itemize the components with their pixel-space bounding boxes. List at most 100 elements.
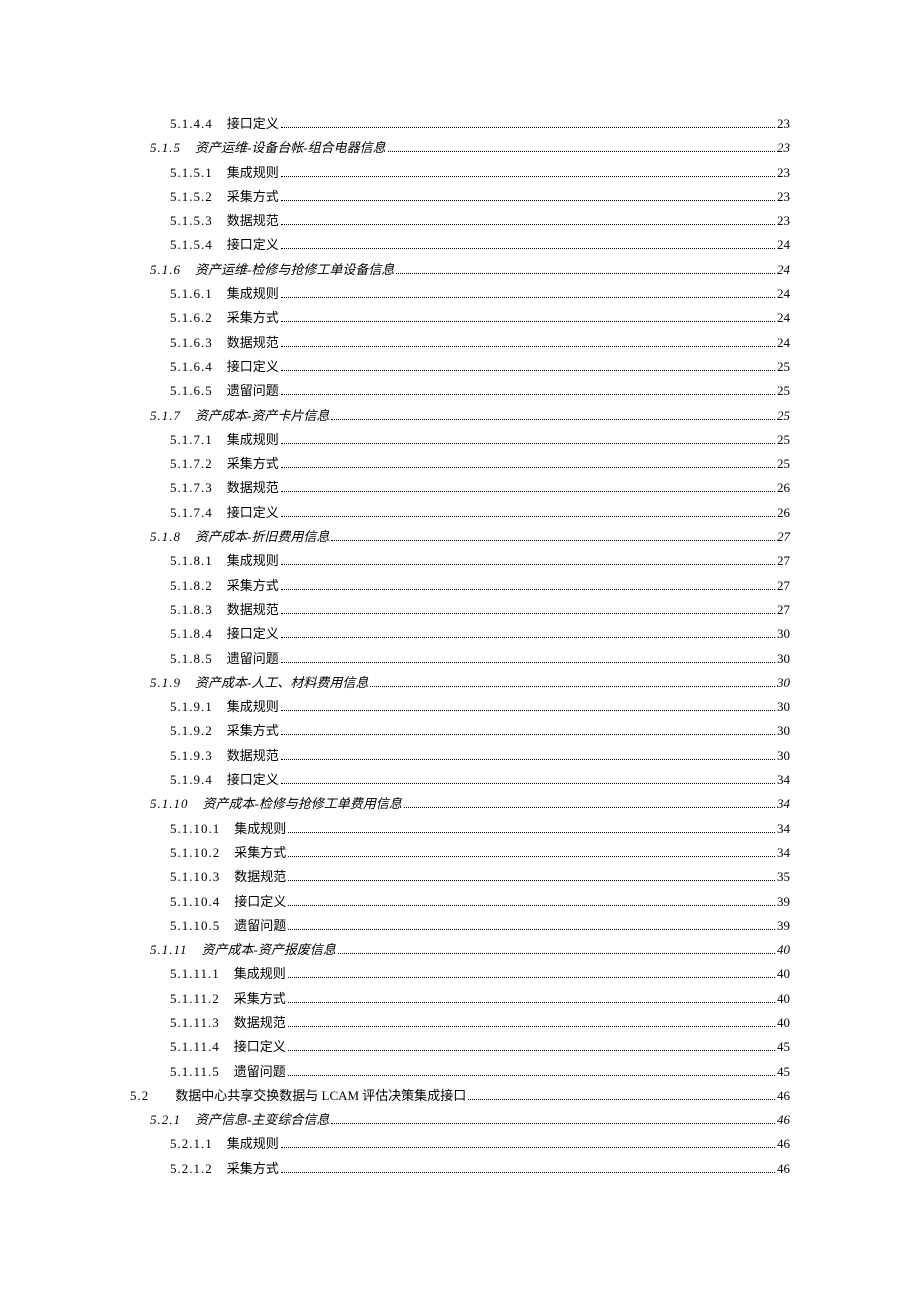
- toc-entry-number: 5.1.5.1: [170, 161, 213, 185]
- toc-leader-dots: [281, 589, 775, 590]
- toc-entry-number: 5.2: [130, 1084, 149, 1108]
- toc-entry[interactable]: 5.1.10.1集成规则 34: [130, 817, 790, 841]
- toc-entry-title: 集成规则: [227, 695, 279, 719]
- toc-entry[interactable]: 5.1.6.2采集方式 24: [130, 306, 790, 330]
- toc-entry[interactable]: 5.2.1.2采集方式 46: [130, 1157, 790, 1181]
- toc-entry-title: 资产成本-折旧费用信息: [195, 525, 329, 549]
- toc-entry[interactable]: 5.1.7.2采集方式 25: [130, 452, 790, 476]
- toc-entry-page: 46: [777, 1084, 790, 1108]
- toc-entry-number: 5.1.6: [150, 258, 181, 282]
- toc-entry[interactable]: 5.1.6资产运维-检修与抢修工单设备信息 24: [130, 258, 790, 282]
- toc-entry[interactable]: 5.1.5.4接口定义 24: [130, 233, 790, 257]
- toc-leader-dots: [281, 1147, 775, 1148]
- toc-entry[interactable]: 5.1.11.3数据规范 40: [130, 1011, 790, 1035]
- toc-entry[interactable]: 5.1.8资产成本-折旧费用信息 27: [130, 525, 790, 549]
- toc-entry-number: 5.1.5: [150, 136, 181, 160]
- toc-entry[interactable]: 5.1.9.2采集方式 30: [130, 719, 790, 743]
- toc-entry-page: 46: [777, 1132, 790, 1156]
- toc-entry[interactable]: 5.1.6.3数据规范 24: [130, 331, 790, 355]
- toc-entry-title: 采集方式: [234, 987, 286, 1011]
- toc-list: 5.1.4.4接口定义 235.1.5资产运维-设备台帐-组合电器信息 235.…: [130, 112, 790, 1181]
- toc-entry[interactable]: 5.1.8.5遗留问题 30: [130, 647, 790, 671]
- toc-entry-number: 5.1.7: [150, 404, 181, 428]
- toc-entry[interactable]: 5.2数据中心共享交换数据与 LCAM 评估决策集成接口 46: [130, 1084, 790, 1108]
- toc-entry-number: 5.1.7.1: [170, 428, 213, 452]
- toc-entry[interactable]: 5.1.7资产成本-资产卡片信息 25: [130, 404, 790, 428]
- toc-entry[interactable]: 5.1.10.3数据规范 35: [130, 865, 790, 889]
- toc-entry-title: 接口定义: [227, 355, 279, 379]
- toc-entry[interactable]: 5.1.5.1集成规则 23: [130, 161, 790, 185]
- toc-entry[interactable]: 5.1.9资产成本-人工、材料费用信息 30: [130, 671, 790, 695]
- toc-leader-dots: [288, 880, 775, 881]
- toc-entry-page: 40: [777, 962, 790, 986]
- toc-entry[interactable]: 5.1.9.4接口定义 34: [130, 768, 790, 792]
- toc-entry-title: 资产运维-设备台帐-组合电器信息: [195, 136, 386, 160]
- toc-entry[interactable]: 5.1.5.3数据规范 23: [130, 209, 790, 233]
- toc-entry[interactable]: 5.1.11.5遗留问题 45: [130, 1060, 790, 1084]
- toc-entry-title: 接口定义: [234, 1035, 286, 1059]
- toc-entry[interactable]: 5.1.8.1集成规则 27: [130, 549, 790, 573]
- toc-entry-number: 5.1.6.1: [170, 282, 213, 306]
- toc-entry[interactable]: 5.1.10资产成本-检修与抢修工单费用信息 34: [130, 792, 790, 816]
- toc-entry-title: 采集方式: [227, 574, 279, 598]
- toc-leader-dots: [370, 686, 775, 687]
- toc-leader-dots: [281, 637, 775, 638]
- toc-entry-title: 数据规范: [234, 1011, 286, 1035]
- toc-entry[interactable]: 5.1.5.2采集方式 23: [130, 185, 790, 209]
- toc-entry-page: 26: [777, 501, 790, 525]
- toc-entry[interactable]: 5.1.8.3数据规范 27: [130, 598, 790, 622]
- toc-entry-page: 35: [777, 865, 790, 889]
- toc-entry[interactable]: 5.1.8.4接口定义 30: [130, 622, 790, 646]
- toc-entry[interactable]: 5.1.10.4接口定义 39: [130, 890, 790, 914]
- toc-entry-number: 5.1.9.2: [170, 719, 213, 743]
- toc-entry-page: 30: [777, 744, 790, 768]
- toc-entry[interactable]: 5.1.11.2采集方式 40: [130, 987, 790, 1011]
- toc-entry[interactable]: 5.1.5资产运维-设备台帐-组合电器信息 23: [130, 136, 790, 160]
- toc-entry[interactable]: 5.1.4.4接口定义 23: [130, 112, 790, 136]
- toc-entry-title: 资产成本-检修与抢修工单费用信息: [203, 792, 402, 816]
- toc-entry-title: 遗留问题: [234, 1060, 286, 1084]
- toc-entry-number: 5.1.4.4: [170, 112, 213, 136]
- toc-entry-number: 5.1.9.3: [170, 744, 213, 768]
- toc-entry-page: 27: [777, 598, 790, 622]
- toc-entry[interactable]: 5.1.9.3 数据规范 30: [130, 744, 790, 768]
- toc-entry-title: 集成规则: [227, 428, 279, 452]
- toc-entry-title: 接口定义: [227, 233, 279, 257]
- toc-entry[interactable]: 5.2.1.1集成规则 46: [130, 1132, 790, 1156]
- toc-entry[interactable]: 5.1.6.5遗留问题 25: [130, 379, 790, 403]
- toc-entry[interactable]: 5.1.11.4接口定义 45: [130, 1035, 790, 1059]
- toc-leader-dots: [281, 516, 775, 517]
- toc-entry-page: 27: [777, 525, 790, 549]
- toc-entry-title: 数据规范: [227, 476, 279, 500]
- toc-entry[interactable]: 5.1.11.1集成规则 40: [130, 962, 790, 986]
- toc-leader-dots: [288, 905, 775, 906]
- toc-entry[interactable]: 5.1.7.4接口定义 26: [130, 501, 790, 525]
- toc-entry[interactable]: 5.2.1资产信息-主变综合信息 46: [130, 1108, 790, 1132]
- toc-entry-page: 23: [777, 209, 790, 233]
- toc-entry[interactable]: 5.1.9.1集成规则 30: [130, 695, 790, 719]
- toc-entry[interactable]: 5.1.10.2采集方式 34: [130, 841, 790, 865]
- toc-entry-number: 5.1.7.3: [170, 476, 213, 500]
- toc-entry-title: 数据规范: [227, 331, 279, 355]
- toc-leader-dots: [281, 564, 775, 565]
- toc-entry[interactable]: 5.1.8.2采集方式 27: [130, 574, 790, 598]
- toc-entry[interactable]: 5.1.10.5遗留问题 39: [130, 914, 790, 938]
- toc-entry-page: 40: [777, 987, 790, 1011]
- toc-entry-title: 遗留问题: [227, 647, 279, 671]
- toc-leader-dots: [331, 1123, 775, 1124]
- toc-entry-page: 25: [777, 355, 790, 379]
- toc-entry[interactable]: 5.1.11资产成本-资产报废信息 40: [130, 938, 790, 962]
- toc-entry[interactable]: 5.1.7.1集成规则 25: [130, 428, 790, 452]
- toc-entry-number: 5.1.6.4: [170, 355, 213, 379]
- toc-entry-number: 5.1.5.4: [170, 233, 213, 257]
- toc-entry-title: 集成规则: [234, 817, 286, 841]
- toc-entry-number: 5.1.10.2: [170, 841, 220, 865]
- toc-entry-title: 数据规范: [227, 744, 279, 768]
- toc-entry[interactable]: 5.1.7.3数据规范 26: [130, 476, 790, 500]
- toc-leader-dots: [288, 832, 775, 833]
- toc-entry[interactable]: 5.1.6.1集成规则 24: [130, 282, 790, 306]
- toc-entry[interactable]: 5.1.6.4 接口定义 25: [130, 355, 790, 379]
- toc-entry-number: 5.1.11.3: [170, 1011, 220, 1035]
- toc-entry-number: 5.1.10.5: [170, 914, 220, 938]
- toc-entry-page: 34: [777, 768, 790, 792]
